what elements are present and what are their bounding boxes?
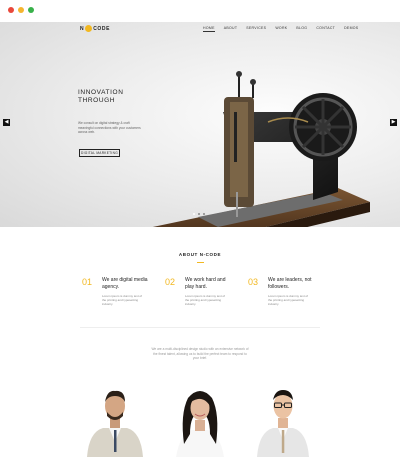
slide-dot-3[interactable] bbox=[203, 213, 205, 215]
nav-item-demos[interactable]: DEMOS bbox=[344, 26, 358, 32]
top-navigation: N CODE HOME ABOUT SERVICES WORK BLOG CON… bbox=[0, 22, 400, 36]
team-member-photo-1 bbox=[87, 390, 143, 457]
window-chrome bbox=[0, 0, 400, 22]
hero-title: INNOVATION THROUGH bbox=[78, 89, 138, 105]
sewing-machine-image bbox=[152, 71, 370, 227]
about-title-underline bbox=[197, 262, 204, 263]
main-menu: HOME ABOUT SERVICES WORK BLOG CONTACT DE… bbox=[203, 26, 358, 32]
close-window-button[interactable] bbox=[8, 7, 14, 13]
logo-circle-icon bbox=[85, 25, 93, 32]
about-title: ABOUT N-CODE bbox=[178, 252, 222, 257]
nav-item-services[interactable]: SERVICES bbox=[246, 26, 266, 32]
feature-title: We are digital media agency. bbox=[102, 277, 148, 290]
feature-title: We work hard and play hard. bbox=[185, 277, 226, 290]
feature-number: 03 bbox=[248, 277, 259, 287]
minimize-window-button[interactable] bbox=[18, 7, 24, 13]
logo-right: CODE bbox=[93, 25, 111, 32]
maximize-window-button[interactable] bbox=[28, 7, 34, 13]
browser-window: N CODE HOME ABOUT SERVICES WORK BLOG CON… bbox=[0, 0, 400, 457]
mission-text: We are a multi-disciplined design studio… bbox=[151, 347, 249, 360]
hero-title-line1: INNOVATION bbox=[78, 89, 124, 96]
team-member-photo-3 bbox=[257, 390, 309, 457]
nav-item-about[interactable]: ABOUT bbox=[224, 26, 238, 32]
next-slide-arrow-icon[interactable]: ▶ bbox=[390, 119, 397, 126]
hero-description: We consult on digital strategy & craft m… bbox=[78, 121, 141, 134]
slide-dot-2[interactable] bbox=[198, 213, 200, 215]
feature-description: Lorem ipsum is dummy text of the printin… bbox=[268, 294, 309, 306]
feature-description: Lorem ipsum is dummy text of the printin… bbox=[185, 294, 226, 306]
nav-item-home[interactable]: HOME bbox=[203, 26, 215, 32]
feature-description: Lorem ipsum is dummy text of the printin… bbox=[102, 294, 143, 306]
logo-left: N bbox=[80, 25, 85, 32]
nav-item-blog[interactable]: BLOG bbox=[296, 26, 307, 32]
slide-dot-1[interactable] bbox=[193, 213, 195, 215]
nav-item-work[interactable]: WORK bbox=[275, 26, 287, 32]
team-member-photo-2 bbox=[176, 391, 224, 457]
slider-pagination bbox=[193, 213, 205, 215]
feature-number: 01 bbox=[82, 277, 93, 287]
site-logo[interactable]: N CODE bbox=[80, 25, 110, 32]
feature-number: 02 bbox=[165, 277, 176, 287]
hero-title-line2: THROUGH bbox=[78, 97, 116, 104]
nav-item-contact[interactable]: CONTACT bbox=[316, 26, 335, 32]
digital-marketing-button[interactable]: DIGITAL MARKETING bbox=[79, 149, 120, 157]
section-divider bbox=[80, 327, 320, 328]
hero-slider: N CODE HOME ABOUT SERVICES WORK BLOG CON… bbox=[0, 22, 400, 227]
prev-slide-arrow-icon[interactable]: ◀ bbox=[3, 119, 10, 126]
feature-title: We are leaders, not followers. bbox=[268, 277, 312, 290]
about-section: ABOUT N-CODE 01 We are digital media age… bbox=[0, 227, 400, 457]
